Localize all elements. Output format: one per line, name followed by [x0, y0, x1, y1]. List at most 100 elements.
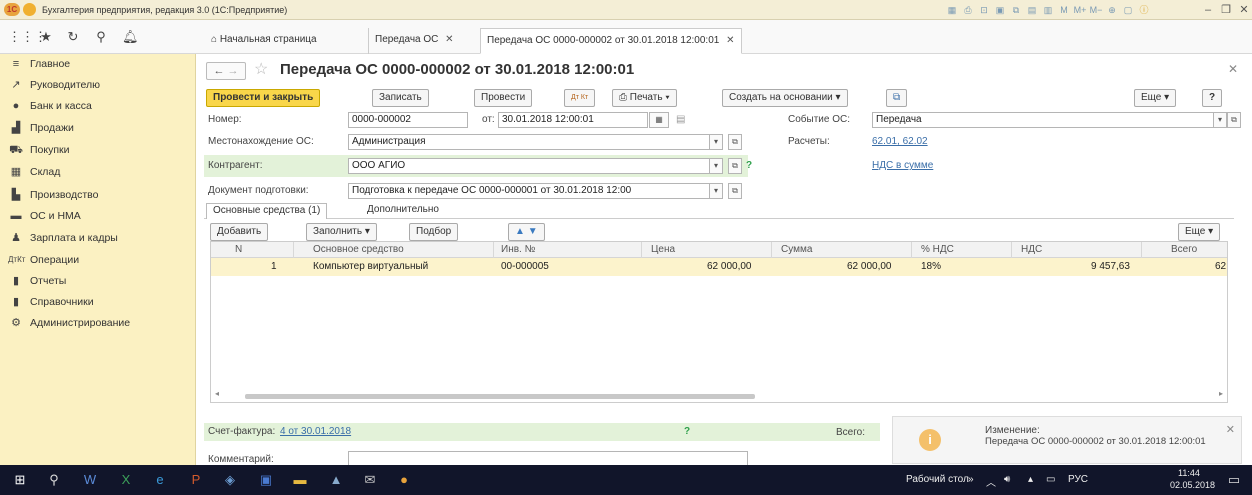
change-notification[interactable]: i Изменение: Передача ОС 0000-000002 от … [892, 416, 1242, 464]
word-icon[interactable]: W [80, 471, 100, 489]
powerpoint-icon[interactable]: P [186, 471, 206, 489]
counterparty-help-icon[interactable]: ? [746, 160, 752, 171]
schedule-icon[interactable]: ▤ [676, 114, 685, 125]
save-button[interactable]: Записать [372, 89, 429, 107]
sidebar-item-warehouse[interactable]: ▦ Склад [0, 162, 196, 182]
forward-arrow-icon[interactable]: → [228, 65, 239, 77]
add-row-button[interactable]: Добавить [210, 223, 269, 241]
fill-button[interactable]: Заполнить ▾ [306, 223, 377, 241]
sidebar-item-payroll[interactable]: ♟ Зарплата и кадры [0, 228, 196, 248]
select-button[interactable]: Подбор [409, 223, 459, 241]
sidebar-item-fixed-assets[interactable]: ▬ ОС и НМА [0, 206, 196, 226]
chevron-down-icon[interactable]: ▾ [709, 158, 723, 174]
tab-additional[interactable]: Дополнительно [361, 203, 445, 219]
table-more-button[interactable]: Еще ▾ [1178, 223, 1221, 241]
col-header[interactable]: Всего [1171, 244, 1197, 255]
tab-close-icon[interactable]: ✕ [445, 34, 453, 45]
restore-icon[interactable]: ❐ [1218, 3, 1234, 17]
post-and-close-button[interactable]: Провести и закрыть [206, 89, 321, 107]
save-disk-icon[interactable]: ▣ [256, 471, 276, 489]
create-based-on-button[interactable]: Создать на основании ▾ [722, 89, 848, 107]
search-icon[interactable]: ⚲ [93, 29, 109, 45]
print-button[interactable]: ⎙ Печать ▾ [612, 89, 677, 107]
tab-fixed-assets[interactable]: Основные средства (1) [206, 203, 328, 219]
open-icon[interactable]: ⧉ [728, 158, 742, 174]
chevron-down-icon[interactable]: ▾ [1213, 112, 1227, 128]
calc-icon[interactable]: ▥ [1041, 3, 1055, 17]
tab-home[interactable]: ⌂ Начальная страница [205, 28, 323, 54]
sidebar-item-manager[interactable]: ↗ Руководителю [0, 75, 196, 95]
open-icon[interactable]: ⧉ [728, 134, 742, 150]
tab-transfer-list[interactable]: Передача ОС ✕ [368, 28, 460, 54]
file-explorer-icon[interactable]: ▬ [290, 471, 310, 489]
sidebar-item-administration[interactable]: ⚙ Администрирование [0, 313, 196, 333]
sidebar-item-production[interactable]: ▙ Производство [0, 185, 196, 205]
sidebar-item-purchases[interactable]: ⛟ Покупки [0, 140, 196, 160]
invoice-link[interactable]: 4 от 30.01.2018 [280, 426, 351, 437]
location-field[interactable]: Администрация [348, 134, 710, 150]
print-icon[interactable]: ⎙ [961, 3, 975, 17]
memory-m-icon[interactable]: M [1057, 3, 1071, 17]
counterparty-field[interactable]: ООО АГИО [348, 158, 710, 174]
clock-date[interactable]: 02.05.2018 [1170, 480, 1215, 490]
excel-icon[interactable]: X [116, 471, 136, 489]
action-center-icon[interactable]: ▭ [1224, 471, 1244, 489]
col-header[interactable]: % НДС [921, 244, 954, 255]
sidebar-item-operations[interactable]: ДтКт Операции [0, 250, 196, 270]
col-header[interactable]: N [235, 244, 242, 255]
post-button[interactable]: Провести [474, 89, 533, 107]
number-field[interactable]: 0000-000002 [348, 112, 468, 128]
volume-icon[interactable]: 🔊︎ [1004, 474, 1010, 485]
window-icon[interactable]: ▢ [1121, 3, 1135, 17]
chevron-up-icon[interactable]: » [968, 474, 974, 485]
grid-icon[interactable]: ▦ [945, 3, 959, 17]
notifications-bell-icon[interactable]: 🔔︎ [122, 29, 139, 45]
col-header[interactable]: Основное средство [313, 244, 404, 255]
col-header[interactable]: Цена [651, 244, 675, 255]
memory-mminus-icon[interactable]: M− [1089, 3, 1103, 17]
scroll-left-icon[interactable]: ◂ [215, 389, 219, 398]
back-arrow-icon[interactable]: ← [213, 65, 224, 77]
apps-grid-icon[interactable]: ⋮⋮⋮ [8, 29, 47, 45]
table-row[interactable]: 1 Компьютер виртуальный 00-000005 62 000… [211, 258, 1227, 276]
app-menu-icon[interactable] [23, 3, 36, 16]
scroll-right-icon[interactable]: ▸ [1219, 389, 1223, 398]
search-icon[interactable]: ⚲ [44, 471, 64, 489]
vat-in-amount-link[interactable]: НДС в сумме [872, 160, 933, 171]
col-header[interactable]: Сумма [781, 244, 812, 255]
scrollbar-thumb[interactable] [245, 394, 755, 399]
copy-icon[interactable]: ⧉ [1009, 3, 1023, 17]
clock-time[interactable]: 11:44 [1178, 468, 1200, 478]
event-field[interactable]: Передача [872, 112, 1214, 128]
info-icon[interactable]: ⓘ [1137, 3, 1151, 17]
windows-start-icon[interactable]: ⊞ [10, 471, 30, 489]
minimize-icon[interactable]: – [1200, 3, 1216, 17]
open-icon[interactable]: ⧉ [1227, 112, 1241, 128]
network-app-icon[interactable]: ▲ [326, 471, 346, 489]
memory-mplus-icon[interactable]: M+ [1073, 3, 1087, 17]
col-header[interactable]: НДС [1021, 244, 1042, 255]
horizontal-scrollbar[interactable]: ◂ ▸ [215, 389, 1223, 400]
dt-kt-button[interactable]: Дт Кт [564, 89, 596, 107]
help-button[interactable]: ? [1202, 89, 1223, 107]
chevron-down-icon[interactable]: ▾ [709, 134, 723, 150]
monitor-icon[interactable]: ▭ [1046, 474, 1055, 485]
language-indicator[interactable]: РУС [1068, 474, 1088, 485]
date-field[interactable]: 30.01.2018 12:00:01 [498, 112, 648, 128]
more-button[interactable]: Еще ▾ [1134, 89, 1177, 107]
tab-close-icon[interactable]: ✕ [726, 35, 734, 46]
mail-icon[interactable]: ✉ [360, 471, 380, 489]
save-icon[interactable]: ▣ [993, 3, 1007, 17]
settlements-link[interactable]: 62.01, 62.02 [872, 136, 928, 147]
sidebar-item-sales[interactable]: ▟ Продажи [0, 118, 196, 138]
network-icon[interactable]: ▴ [1028, 474, 1033, 485]
col-header[interactable]: Инв. № [501, 244, 535, 255]
close-icon[interactable]: ✕ [1236, 3, 1252, 17]
chevron-down-icon[interactable]: ▾ [709, 183, 723, 199]
1c-app-icon[interactable]: ● [394, 471, 414, 489]
calendar-icon[interactable]: ▤ [1025, 3, 1039, 17]
sidebar-item-references[interactable]: ▮ Справочники [0, 292, 196, 312]
favorites-star-icon[interactable]: ★ [38, 29, 54, 45]
notification-close-icon[interactable]: ✕ [1226, 423, 1235, 436]
move-down-icon[interactable]: ▼ [528, 226, 538, 237]
